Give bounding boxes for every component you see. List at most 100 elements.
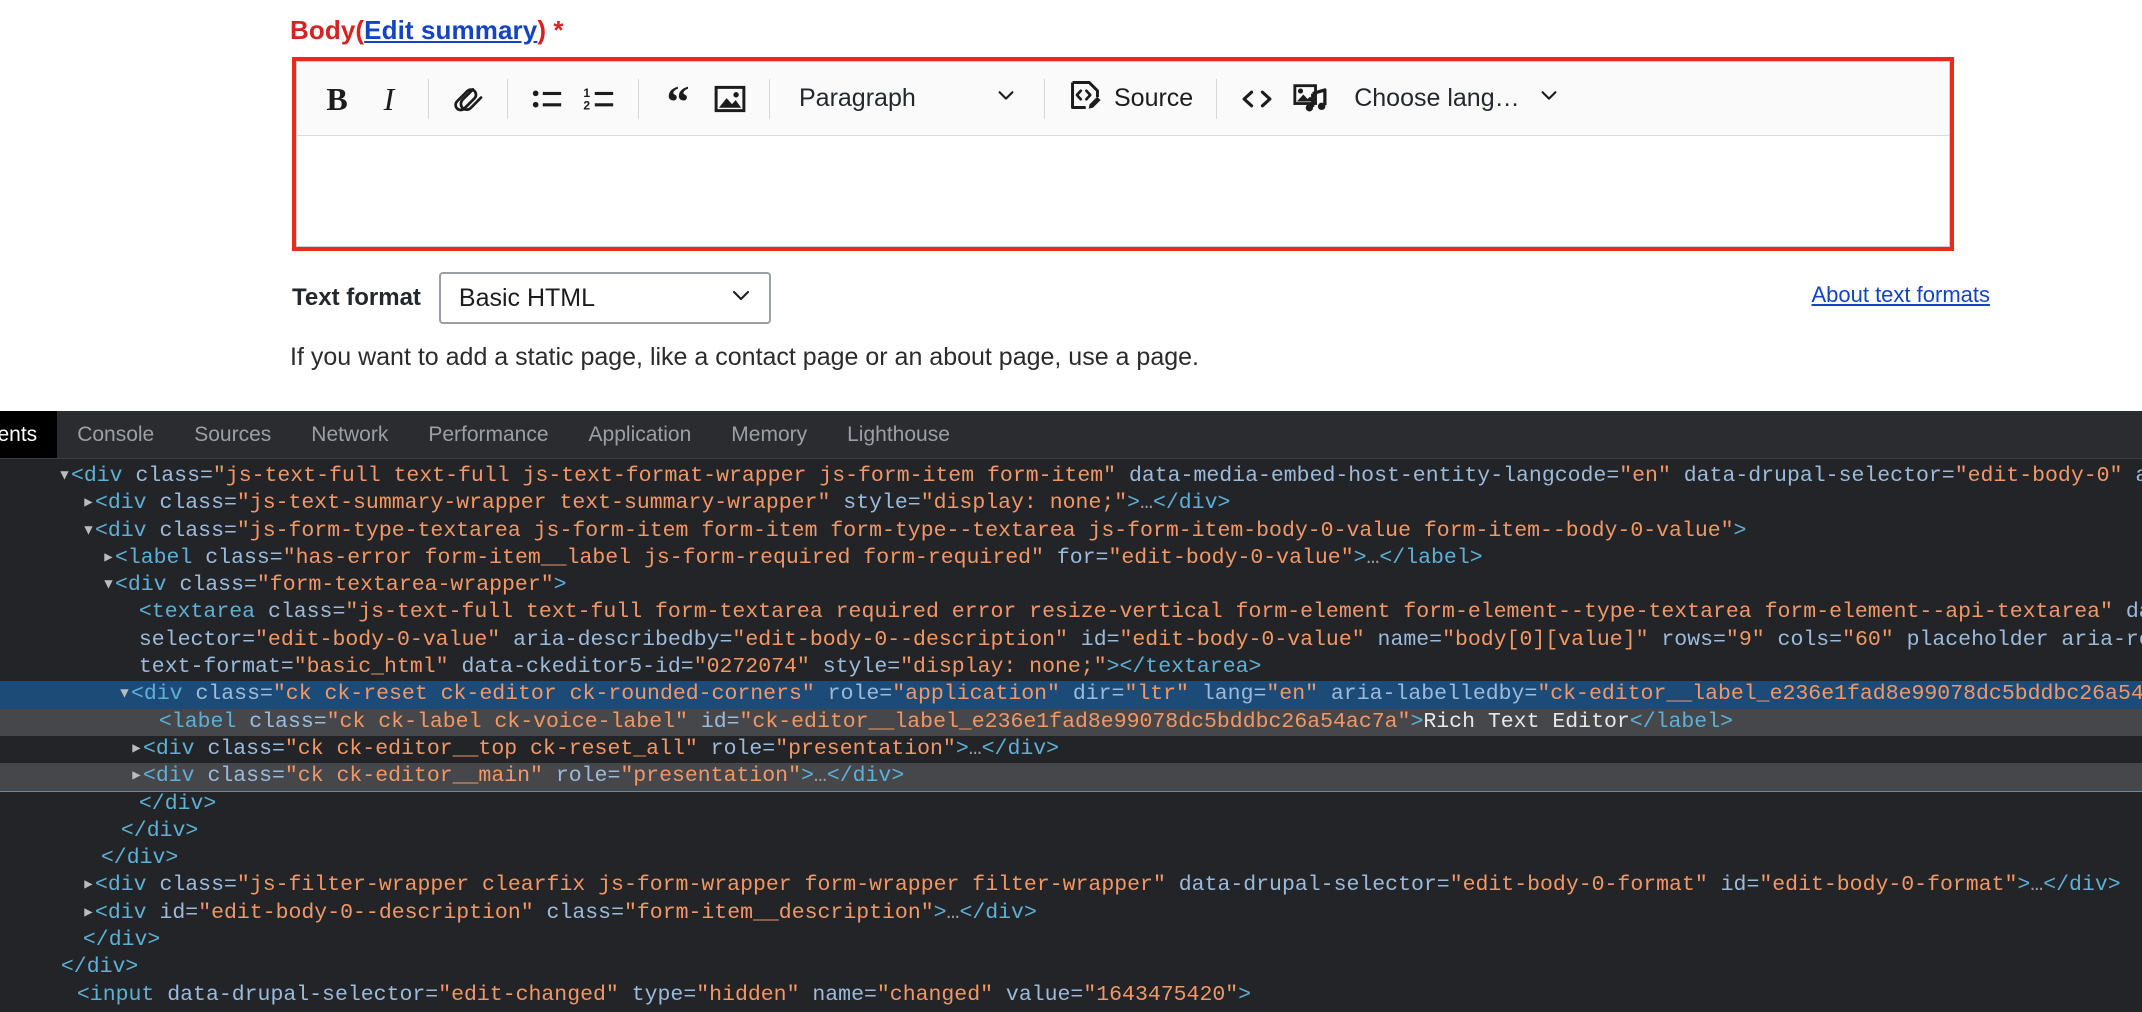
dom-tree-row[interactable]: ▸<div id="edit-body-0--description" clas… <box>0 900 2142 927</box>
dom-tree-row[interactable]: text-format="basic_html" data-ckeditor5-… <box>0 654 2142 681</box>
devtools-tab-performance[interactable]: Performance <box>408 411 568 458</box>
dom-token-attr: style= <box>809 655 901 680</box>
dom-tree-row[interactable]: <textarea class="js-text-full text-full … <box>0 599 2142 626</box>
dom-tree-row[interactable]: <label class="ck ck-label ck-voice-label… <box>0 708 2142 736</box>
italic-button[interactable]: I <box>363 73 415 125</box>
dom-token-attr: class= <box>195 682 273 707</box>
devtools-tab-ments[interactable]: ments <box>0 411 58 458</box>
dom-row-spacer <box>126 792 139 816</box>
dom-token-tag: > <box>1238 982 1252 1007</box>
choose-language-dropdown[interactable]: Choose lang… <box>1338 73 1573 125</box>
devtools-tab-sources[interactable]: Sources <box>174 411 291 458</box>
media-icon[interactable] <box>1284 73 1338 125</box>
dom-token-val: "ltr" <box>1124 682 1189 707</box>
dom-row-spacer <box>126 600 139 624</box>
about-text-formats-link[interactable]: About text formats <box>1811 282 1990 308</box>
dom-token-val: "0272074" <box>693 655 810 680</box>
text-format-select[interactable]: Basic HTML <box>438 272 771 324</box>
body-editor-error-outline: B I 1 2 “ Paragraph Source Choose lang… <box>292 57 1954 251</box>
dom-token-val: "edit-body-0-value" <box>1108 545 1354 570</box>
dom-token-attr: class= <box>533 900 624 925</box>
dom-token-val: "ck ck-editor__top ck-reset_all" <box>284 736 698 761</box>
dom-token-val: "body[0][value]" <box>1442 627 1649 652</box>
dom-tree-row[interactable]: </div> <box>0 845 2142 872</box>
dom-token-val: "edit-body-0-format" <box>1759 873 2018 898</box>
dom-tree-row[interactable]: </div> <box>0 954 2142 981</box>
dom-token-attr: id= <box>1067 627 1120 652</box>
dom-token-attr: placeholder aria-required= <box>1906 627 2142 652</box>
dom-token-tag: <div <box>94 873 160 898</box>
dom-tree-row[interactable]: ▸<div class="js-filter-wrapper clearfix … <box>0 872 2142 899</box>
dom-tree-row[interactable]: ▸<div class="js-text-summary-wrapper tex… <box>0 490 2142 517</box>
dom-token-val: "9" <box>1725 627 1765 652</box>
dom-token-tag: </label> <box>1629 709 1734 734</box>
dom-tree-row[interactable]: </div> <box>0 927 2142 954</box>
dom-token-val: "js-text-summary-wrapper text-summary-wr… <box>236 491 831 516</box>
link-icon[interactable] <box>442 73 494 125</box>
disclosure-triangle-closed-icon[interactable]: ▸ <box>130 737 143 761</box>
dom-tree-row[interactable]: ▾<div class="ck ck-reset ck-editor ck-ro… <box>0 681 2142 709</box>
edit-summary-link[interactable]: Edit summary <box>364 15 537 45</box>
dom-token-val: "60" <box>1842 627 1894 652</box>
code-icon[interactable] <box>1230 73 1284 125</box>
chevron-down-icon <box>995 84 1017 113</box>
disclosure-triangle-open-icon[interactable]: ▾ <box>118 682 131 706</box>
dom-token-tag: <label <box>158 709 250 734</box>
dom-tree-row[interactable]: ▸<label class="has-error form-item__labe… <box>0 545 2142 572</box>
dom-tree-row[interactable]: ▸<div class="ck ck-editor__top ck-reset_… <box>0 736 2142 763</box>
dom-token-attr: data-drupal-selector= <box>1670 464 1955 488</box>
text-format-label: Text format <box>292 284 421 311</box>
dom-token-tag: <div <box>94 491 160 516</box>
bulleted-list-icon[interactable] <box>521 73 573 125</box>
devtools-panel: ments Console Sources Network Performance App… <box>0 411 2142 1012</box>
dom-token-tag: > <box>955 736 969 761</box>
dom-token-ell: … <box>813 764 827 789</box>
dom-tree-row[interactable]: ▾<div class="js-text-full text-full js-t… <box>0 463 2142 490</box>
body-field-label: Body(Edit summary) * <box>290 15 564 46</box>
chevron-down-icon <box>1538 84 1560 113</box>
numbered-list-icon[interactable]: 1 2 <box>573 73 625 125</box>
disclosure-triangle-closed-icon[interactable]: ▸ <box>82 491 95 515</box>
bold-button[interactable]: B <box>311 73 363 125</box>
dom-tree-row[interactable]: selector="edit-body-0-value" aria-descri… <box>0 627 2142 654</box>
dom-tree-row[interactable]: <input data-drupal-selector="edit-change… <box>0 982 2142 1009</box>
source-button[interactable]: Source <box>1058 73 1203 125</box>
dom-token-val: "edit-body-0-format" <box>1449 873 1708 898</box>
dom-token-val: "edit-body-0--description" <box>198 900 534 925</box>
dom-token-tag: <div <box>94 900 160 925</box>
disclosure-triangle-closed-icon[interactable]: ▸ <box>82 901 95 925</box>
block-quote-icon[interactable]: “ <box>652 73 704 125</box>
paragraph-style-value: Paragraph <box>799 84 916 112</box>
devtools-tab-application[interactable]: Application <box>569 411 712 458</box>
dom-token-attr: style= <box>830 491 921 516</box>
dom-token-tag: > <box>1353 545 1367 570</box>
devtools-tab-console[interactable]: Console <box>57 411 174 458</box>
dom-tree[interactable]: ▾<div class="js-text-full text-full js-t… <box>0 459 2142 1009</box>
toolbar-separator <box>1216 78 1218 119</box>
dom-tree-row[interactable]: </div> <box>0 818 2142 845</box>
dom-row-spacer <box>48 955 61 979</box>
disclosure-triangle-open-icon[interactable]: ▾ <box>102 573 115 597</box>
disclosure-triangle-open-icon[interactable]: ▾ <box>82 519 95 543</box>
paragraph-style-dropdown[interactable]: Paragraph <box>783 73 1031 125</box>
dom-tree-row[interactable]: ▾<div class="form-textarea-wrapper"> <box>0 572 2142 599</box>
image-icon[interactable] <box>704 73 756 125</box>
dom-tree-row[interactable]: ▸<div class="ck ck-editor__main" role="p… <box>0 763 2142 791</box>
dom-token-val: "edit-changed" <box>438 982 619 1007</box>
dom-row-spacer <box>88 846 101 870</box>
devtools-tab-label: Network <box>311 422 389 446</box>
devtools-tab-network[interactable]: Network <box>291 411 408 458</box>
dom-token-attr: data-ckeditor5-id= <box>448 655 694 680</box>
body-label-text: Body <box>290 15 356 45</box>
dom-tree-row[interactable]: ▾<div class="js-form-type-textarea js-fo… <box>0 518 2142 545</box>
dom-token-val: "basic_html" <box>293 655 449 680</box>
disclosure-triangle-closed-icon[interactable]: ▸ <box>82 873 95 897</box>
devtools-tab-lighthouse[interactable]: Lighthouse <box>827 411 970 458</box>
disclosure-triangle-closed-icon[interactable]: ▸ <box>102 546 115 570</box>
disclosure-triangle-open-icon[interactable]: ▾ <box>58 464 71 488</box>
disclosure-triangle-closed-icon[interactable]: ▸ <box>130 764 143 788</box>
dom-token-val: "1643475420" <box>1083 982 1239 1007</box>
ckeditor-editable-area[interactable] <box>297 136 1949 246</box>
dom-tree-row[interactable]: </div> <box>0 791 2142 818</box>
devtools-tab-memory[interactable]: Memory <box>711 411 827 458</box>
